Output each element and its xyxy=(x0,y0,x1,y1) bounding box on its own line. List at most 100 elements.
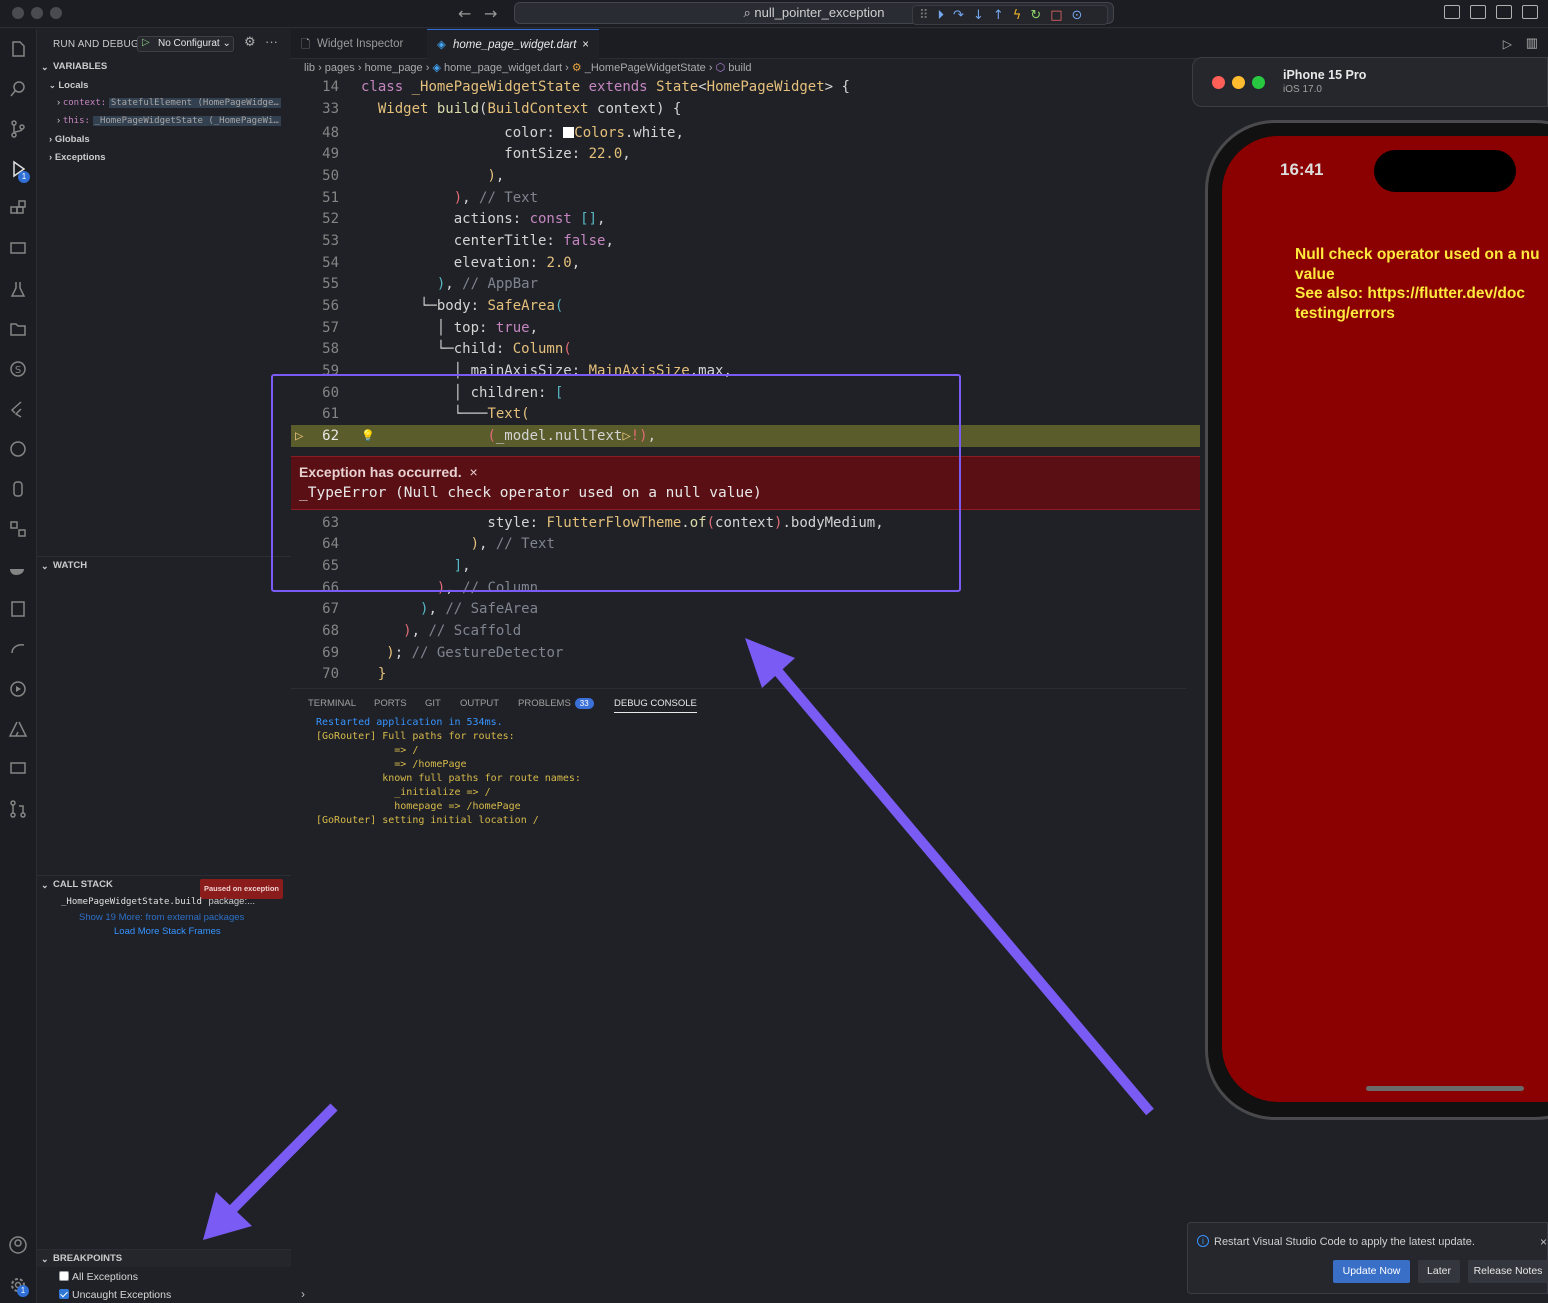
more-actions-icon[interactable]: ··· xyxy=(265,34,278,49)
launch-config-select[interactable]: ▷ No Configurat ⌄ xyxy=(137,36,234,52)
restart-icon[interactable]: ↻ xyxy=(1030,8,1041,23)
flutter-icon[interactable] xyxy=(8,399,28,419)
code-line: 57 │ top: true, xyxy=(322,320,539,336)
search-icon[interactable] xyxy=(8,79,28,99)
breadcrumb-method[interactable]: build xyxy=(728,62,751,74)
exceptions-scope[interactable]: › Exceptions xyxy=(49,152,106,163)
run-debug-icon[interactable]: 1 xyxy=(8,159,30,183)
variable-key: context: xyxy=(62,98,107,108)
release-notes-button[interactable]: Release Notes xyxy=(1468,1260,1548,1283)
s-extension-icon[interactable]: S xyxy=(8,359,28,379)
window-minimize-button[interactable] xyxy=(31,7,43,19)
pull-request-icon[interactable] xyxy=(8,799,28,819)
account-icon[interactable] xyxy=(8,1235,28,1255)
stack-frame[interactable]: _HomePageWidgetState.build package:... xyxy=(61,896,255,907)
editor-tabs: 🗋 Widget Inspector ◈ home_page_widget.da… xyxy=(291,29,1548,59)
stop-icon[interactable]: □ xyxy=(1050,8,1062,23)
toggle-secondary-sidebar-icon[interactable] xyxy=(1496,5,1512,19)
debug-settings-gear-icon[interactable]: ⚙ xyxy=(244,35,256,50)
tab-output[interactable]: OUTPUT xyxy=(460,698,499,709)
console-line: => /homePage xyxy=(316,759,467,770)
callstack-section-header[interactable]: ⌄ CALL STACK Paused on exception xyxy=(37,875,291,899)
sim-close-button[interactable] xyxy=(1212,76,1225,89)
variable-context[interactable]: › context: StatefulElement (HomePageWidg… xyxy=(57,97,281,108)
breakpoint-uncaught-exceptions[interactable]: Uncaught Exceptions xyxy=(59,1289,171,1301)
docker-icon[interactable] xyxy=(8,559,28,579)
variables-section-header[interactable]: ⌄ VARIABLES xyxy=(37,58,291,76)
azure-icon[interactable] xyxy=(8,719,28,739)
tab-git[interactable]: GIT xyxy=(425,698,441,709)
breakpoint-all-exceptions[interactable]: All Exceptions xyxy=(59,1271,138,1283)
remote-explorer-icon[interactable] xyxy=(8,239,28,259)
watch-section-header[interactable]: ⌄ WATCH xyxy=(37,556,291,574)
breadcrumb-lib[interactable]: lib xyxy=(304,62,315,74)
close-icon[interactable]: × xyxy=(582,30,589,60)
continue-icon[interactable]: ⏵ xyxy=(938,8,945,23)
breadcrumb-file[interactable]: home_page_widget.dart xyxy=(444,62,562,74)
step-over-icon[interactable]: ↷ xyxy=(953,8,964,23)
sim-zoom-button[interactable] xyxy=(1252,76,1265,89)
remote-icon[interactable] xyxy=(8,639,28,659)
database-icon[interactable] xyxy=(8,599,28,619)
source-control-icon[interactable] xyxy=(8,119,28,139)
tab-label: home_page_widget.dart xyxy=(453,39,577,51)
split-editor-icon[interactable]: ▥ xyxy=(1526,35,1538,51)
breadcrumb-pages[interactable]: pages xyxy=(325,62,355,74)
forward-arrow-icon[interactable]: → xyxy=(484,4,497,23)
status-bar-time: 16:41 xyxy=(1280,160,1324,179)
timeline-icon[interactable] xyxy=(8,439,28,459)
breakpoints-header-label: BREAKPOINTS xyxy=(53,1253,123,1264)
home-indicator[interactable] xyxy=(1366,1086,1524,1091)
code-line: 70 } xyxy=(322,666,387,682)
tab-problems[interactable]: PROBLEMS 33 xyxy=(518,698,594,709)
run-file-icon[interactable]: ▷ xyxy=(1503,37,1512,51)
show-more-frames-link[interactable]: Show 19 More: from external packages xyxy=(79,912,244,923)
console-line: [GoRouter] Full paths for routes: xyxy=(316,731,515,742)
globals-scope[interactable]: › Globals xyxy=(49,134,90,145)
dependencies-icon[interactable] xyxy=(8,519,28,539)
window-zoom-button[interactable] xyxy=(50,7,62,19)
figma-icon[interactable] xyxy=(8,479,28,499)
window-close-button[interactable] xyxy=(12,7,24,19)
flutter-error-text: Null check operator used on a nu value S… xyxy=(1295,246,1540,322)
console-prompt-icon[interactable]: › xyxy=(301,1287,305,1301)
phone-screen[interactable]: 16:41 Null check operator used on a nu v… xyxy=(1222,136,1548,1102)
settings-badge: 1 xyxy=(17,1285,29,1297)
code-line: 69 ); // GestureDetector xyxy=(322,645,564,661)
breadcrumb-home-page[interactable]: home_page xyxy=(365,62,423,74)
checkbox[interactable] xyxy=(59,1271,69,1281)
folder-icon[interactable] xyxy=(8,319,28,339)
extensions-icon[interactable] xyxy=(8,199,28,219)
svg-text:S: S xyxy=(15,365,21,376)
tab-debug-console[interactable]: DEBUG CONSOLE xyxy=(614,698,697,713)
toggle-panel-icon[interactable] xyxy=(1470,5,1486,19)
locals-scope[interactable]: ⌄ Locals xyxy=(49,80,88,91)
tab-home-page-widget[interactable]: ◈ home_page_widget.dart × xyxy=(427,29,599,59)
comments-icon[interactable] xyxy=(8,759,28,779)
sim-minimize-button[interactable] xyxy=(1232,76,1245,89)
tab-terminal[interactable]: TERMINAL xyxy=(308,698,356,709)
step-into-icon[interactable]: ↓ xyxy=(973,8,984,23)
tab-ports[interactable]: PORTS xyxy=(374,698,407,709)
start-debug-icon[interactable]: ▷ xyxy=(142,36,150,50)
close-icon[interactable]: × xyxy=(1540,1235,1547,1249)
testing-icon[interactable] xyxy=(8,279,28,299)
toggle-sidebar-icon[interactable] xyxy=(1444,5,1460,19)
back-arrow-icon[interactable]: ← xyxy=(458,4,471,23)
breadcrumb-class[interactable]: _HomePageWidgetState xyxy=(585,62,706,74)
inspect-icon[interactable]: ⊙ xyxy=(1072,8,1083,23)
later-button[interactable]: Later xyxy=(1418,1260,1460,1283)
hot-reload-icon[interactable]: ϟ xyxy=(1013,8,1022,23)
update-now-button[interactable]: Update Now xyxy=(1333,1260,1410,1283)
variable-this[interactable]: › this: _HomePageWidgetState (_HomePageW… xyxy=(57,115,281,126)
step-out-icon[interactable]: ↑ xyxy=(993,8,1004,23)
explorer-icon[interactable] xyxy=(8,39,28,59)
customize-layout-icon[interactable] xyxy=(1522,5,1538,19)
tab-widget-inspector[interactable]: 🗋 Widget Inspector xyxy=(291,29,425,59)
grip-icon[interactable]: ⠿ xyxy=(919,8,929,23)
settings-gear-icon[interactable]: 1 xyxy=(8,1275,29,1297)
breakpoints-section-header[interactable]: ⌄ BREAKPOINTS xyxy=(37,1249,291,1267)
load-more-frames-link[interactable]: Load More Stack Frames xyxy=(114,926,221,937)
play-circle-icon[interactable] xyxy=(8,679,28,699)
checkbox-checked[interactable] xyxy=(59,1289,69,1299)
